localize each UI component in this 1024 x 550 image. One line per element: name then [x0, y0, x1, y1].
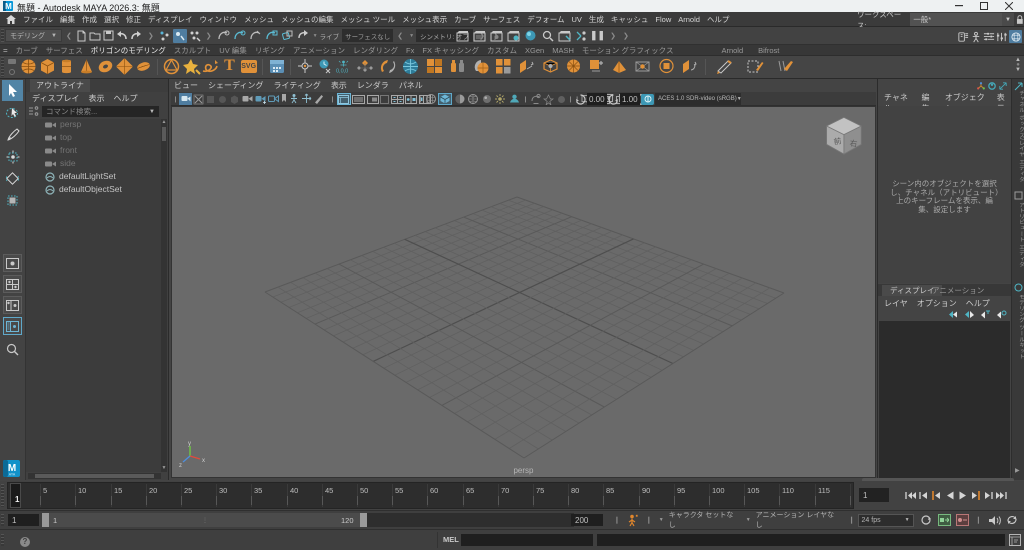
svg-text:0,0,0: 0,0,0 [336, 69, 348, 75]
svg-text:AYA: AYA [9, 473, 16, 477]
svg-text:x: x [202, 458, 205, 464]
svg-text:y: y [188, 441, 191, 447]
svg-text:M: M [5, 2, 12, 11]
